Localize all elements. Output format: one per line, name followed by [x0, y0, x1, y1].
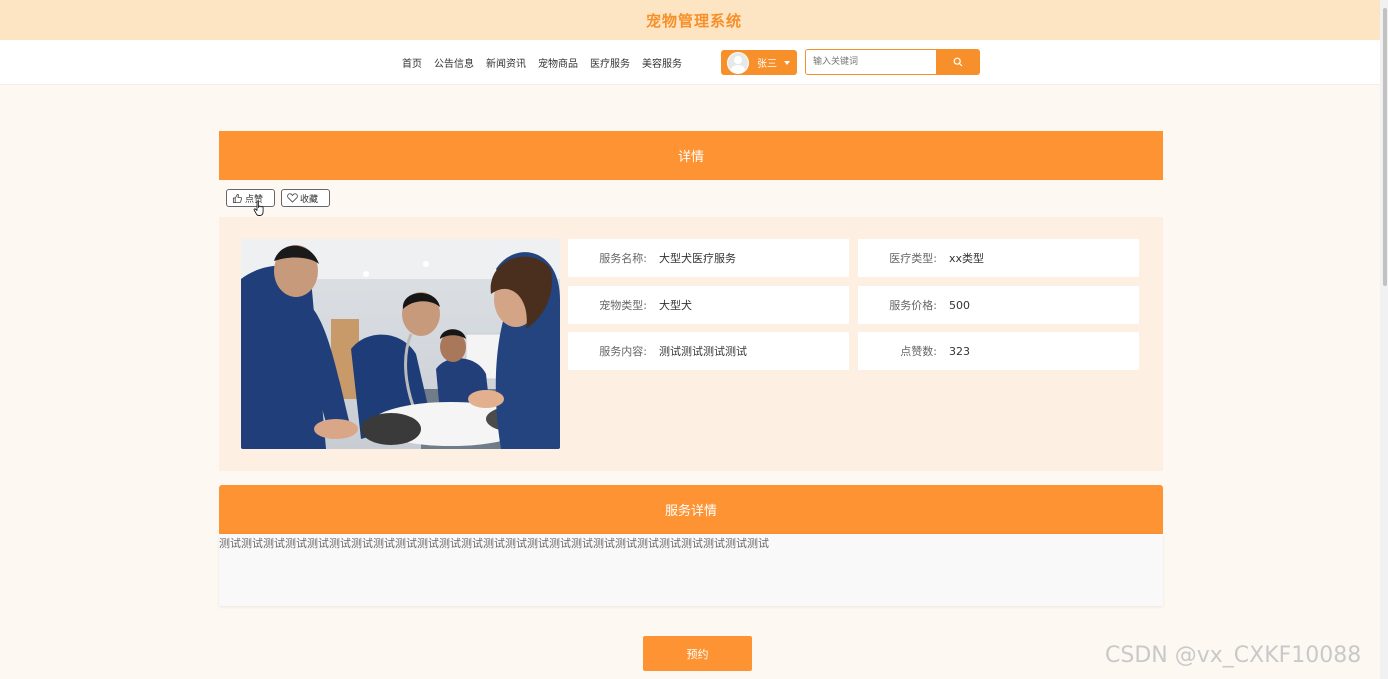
field-value: 测试测试测试测试	[659, 345, 747, 358]
avatar	[727, 51, 749, 74]
scrollbar-thumb[interactable]	[1383, 8, 1387, 286]
service-detail-title: 服务详情	[664, 504, 717, 519]
field-service-name: 服务名称: 大型犬医疗服务	[568, 239, 849, 277]
field-value: 323	[949, 344, 970, 358]
field-value: 大型犬	[659, 299, 692, 312]
field-price: 服务价格: 500	[858, 286, 1139, 324]
navbar: 首页 公告信息 新闻资讯 宠物商品 医疗服务 美容服务	[0, 40, 1388, 85]
thumbs-up-icon	[232, 193, 242, 203]
site-title: 宠物管理系统	[645, 11, 742, 30]
field-likes: 点赞数: 323	[858, 332, 1139, 370]
nav-menu: 首页 公告信息 新闻资讯 宠物商品 医疗服务 美容服务	[396, 40, 688, 84]
field-label: 医疗类型:	[889, 252, 937, 265]
search-input[interactable]	[805, 49, 940, 75]
favorite-button[interactable]: 收藏	[281, 189, 330, 207]
user-name: 张三	[757, 59, 777, 70]
nav-item-home[interactable]: 首页	[402, 55, 422, 70]
field-medical-type: 医疗类型: xx类型	[858, 239, 1139, 277]
nav-item-grooming-services[interactable]: 美容服务	[642, 55, 682, 70]
chevron-down-icon	[784, 60, 790, 65]
nav-item-announcements[interactable]: 公告信息	[434, 55, 474, 70]
search-icon	[953, 57, 963, 67]
field-label: 点赞数:	[900, 345, 937, 358]
nav-item-pet-products[interactable]: 宠物商品	[538, 55, 578, 70]
service-photo	[241, 239, 560, 449]
like-button[interactable]: 点赞	[226, 189, 275, 207]
detail-section-title: 详情	[677, 150, 704, 165]
hand-pointer-icon	[253, 200, 264, 216]
top-header: 宠物管理系统	[0, 0, 1388, 40]
field-value: 500	[949, 298, 970, 312]
service-detail-header: 服务详情	[219, 485, 1163, 534]
service-detail-content: 测试测试测试测试测试测试测试测试测试测试测试测试测试测试测试测试测试测试测试测试…	[219, 534, 1163, 606]
vet-team-photo	[241, 239, 560, 449]
service-detail-text: 测试测试测试测试测试测试测试测试测试测试测试测试测试测试测试测试测试测试测试测试…	[219, 537, 769, 550]
watermark: CSDN @vx_CXKF10088	[1105, 643, 1362, 668]
user-menu-button[interactable]: 张三	[721, 50, 797, 75]
field-label: 服务价格:	[889, 299, 937, 312]
field-value: 大型犬医疗服务	[659, 252, 736, 265]
search-button[interactable]	[936, 49, 980, 75]
favorite-label: 收藏	[300, 194, 319, 205]
book-label: 预约	[686, 647, 709, 661]
field-value: xx类型	[949, 252, 985, 265]
field-label: 宠物类型:	[599, 299, 647, 312]
heart-icon	[287, 193, 298, 203]
field-content: 服务内容: 测试测试测试测试	[568, 332, 849, 370]
detail-section-header: 详情	[219, 131, 1163, 180]
field-pet-type: 宠物类型: 大型犬	[568, 286, 849, 324]
book-button[interactable]: 预约	[643, 636, 752, 671]
nav-item-medical-services[interactable]: 医疗服务	[590, 55, 630, 70]
field-label: 服务内容:	[599, 345, 647, 358]
nav-item-news[interactable]: 新闻资讯	[486, 55, 526, 70]
field-label: 服务名称:	[599, 252, 647, 265]
